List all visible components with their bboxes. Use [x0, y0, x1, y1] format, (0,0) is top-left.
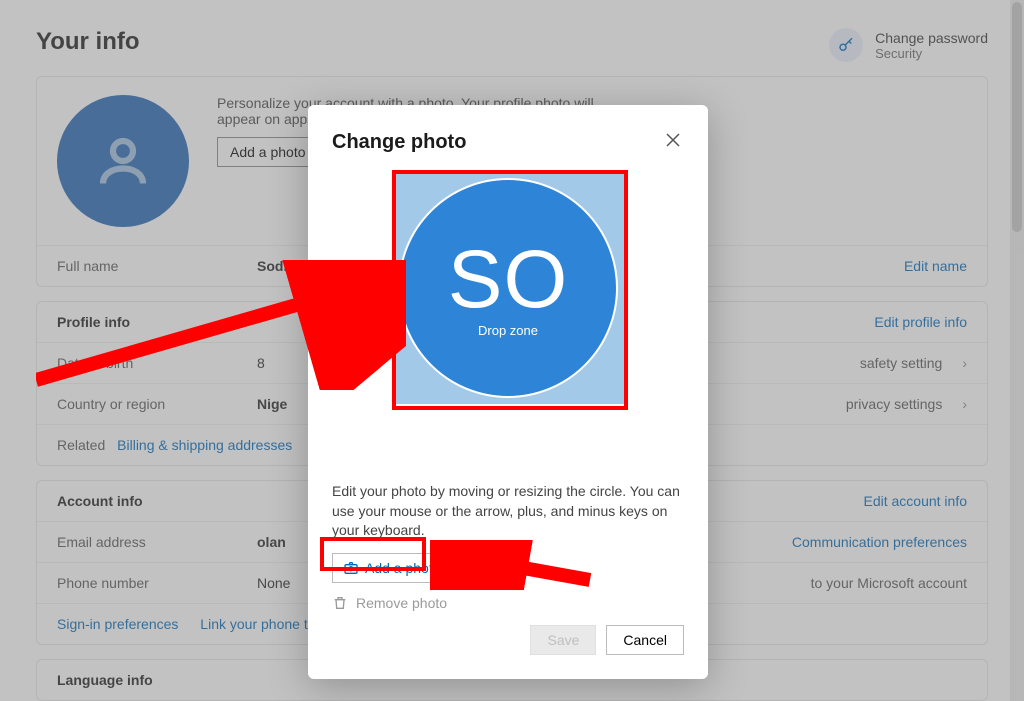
- change-photo-modal: Change photo SO Drop zone Edit your phot…: [308, 105, 708, 679]
- avatar-initials: SO: [448, 239, 568, 321]
- close-icon[interactable]: [662, 129, 684, 156]
- add-a-photo-label: Add a photo: [365, 560, 441, 576]
- modal-title: Change photo: [332, 131, 466, 154]
- modal-help-text: Edit your photo by moving or resizing th…: [332, 482, 684, 541]
- camera-plus-icon: [343, 560, 359, 576]
- avatar-initials-circle: SO Drop zone: [398, 178, 618, 398]
- trash-icon: [332, 595, 348, 611]
- add-a-photo-button[interactable]: Add a photo: [332, 553, 452, 583]
- photo-drop-zone[interactable]: SO Drop zone: [392, 172, 624, 404]
- cancel-button[interactable]: Cancel: [606, 625, 684, 655]
- remove-photo-label: Remove photo: [356, 595, 447, 611]
- save-button: Save: [530, 625, 596, 655]
- drop-zone-label: Drop zone: [478, 323, 538, 338]
- remove-photo-button: Remove photo: [332, 595, 684, 611]
